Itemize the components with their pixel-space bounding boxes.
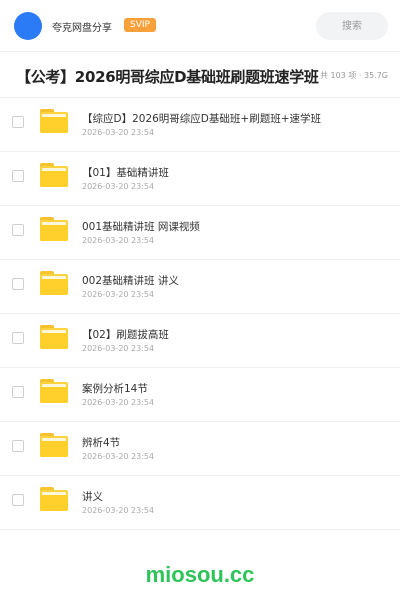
folder-icon: [40, 379, 68, 403]
item-name: 【01】基础精讲班: [82, 167, 169, 179]
checkbox[interactable]: [12, 224, 24, 236]
item-name: 001基础精讲班 网课视频: [82, 221, 200, 233]
list-item[interactable]: 辨析4节 2026-03-20 23:54: [0, 422, 400, 476]
list-item[interactable]: 【01】基础精讲班 2026-03-20 23:54: [0, 152, 400, 206]
item-name: 讲义: [82, 491, 103, 503]
list-item[interactable]: 【综应D】2026明哥综应D基础班+刷题班+速学班 2026-03-20 23:…: [0, 98, 400, 152]
checkbox[interactable]: [12, 116, 24, 128]
list-item[interactable]: 讲义 2026-03-20 23:54: [0, 476, 400, 530]
svip-badge: SVIP: [124, 18, 156, 32]
avatar[interactable]: [14, 12, 42, 40]
folder-icon: [40, 487, 68, 511]
checkbox[interactable]: [12, 278, 24, 290]
list-item[interactable]: 案例分析14节 2026-03-20 23:54: [0, 368, 400, 422]
share-meta: 共 103 项 · 35.7G: [320, 71, 388, 80]
checkbox[interactable]: [12, 170, 24, 182]
checkbox[interactable]: [12, 440, 24, 452]
page-title: 【公考】2026明哥综应D基础班刷题班速学班: [16, 68, 319, 86]
folder-icon: [40, 433, 68, 457]
folder-icon: [40, 271, 68, 295]
item-date: 2026-03-20 23:54: [82, 236, 155, 245]
app-name: 夸克网盘分享: [52, 23, 112, 34]
list-item[interactable]: 002基础精讲班 讲义 2026-03-20 23:54: [0, 260, 400, 314]
folder-icon: [40, 217, 68, 241]
folder-icon: [40, 325, 68, 349]
item-date: 2026-03-20 23:54: [82, 506, 155, 515]
item-name: 案例分析14节: [82, 383, 148, 395]
checkbox[interactable]: [12, 494, 24, 506]
share-title-bar: 【公考】2026明哥综应D基础班刷题班速学班 共 103 项 · 35.7G: [0, 52, 400, 98]
checkbox[interactable]: [12, 332, 24, 344]
checkbox[interactable]: [12, 386, 24, 398]
list-item[interactable]: 【02】刷题拔高班 2026-03-20 23:54: [0, 314, 400, 368]
folder-icon: [40, 109, 68, 133]
item-date: 2026-03-20 23:54: [82, 182, 155, 191]
item-name: 【综应D】2026明哥综应D基础班+刷题班+速学班: [82, 113, 321, 125]
item-date: 2026-03-20 23:54: [82, 128, 155, 137]
item-name: 002基础精讲班 讲义: [82, 275, 179, 287]
list-item[interactable]: 001基础精讲班 网课视频 2026-03-20 23:54: [0, 206, 400, 260]
item-name: 【02】刷题拔高班: [82, 329, 169, 341]
search-input[interactable]: [316, 12, 388, 40]
item-date: 2026-03-20 23:54: [82, 452, 155, 461]
folder-icon: [40, 163, 68, 187]
watermark: miosou.cc: [145, 562, 255, 587]
item-date: 2026-03-20 23:54: [82, 398, 155, 407]
item-date: 2026-03-20 23:54: [82, 290, 155, 299]
item-date: 2026-03-20 23:54: [82, 344, 155, 353]
item-name: 辨析4节: [82, 437, 121, 449]
top-bar: 夸克网盘分享 SVIP: [0, 0, 400, 52]
file-list: 【综应D】2026明哥综应D基础班+刷题班+速学班 2026-03-20 23:…: [0, 98, 400, 530]
